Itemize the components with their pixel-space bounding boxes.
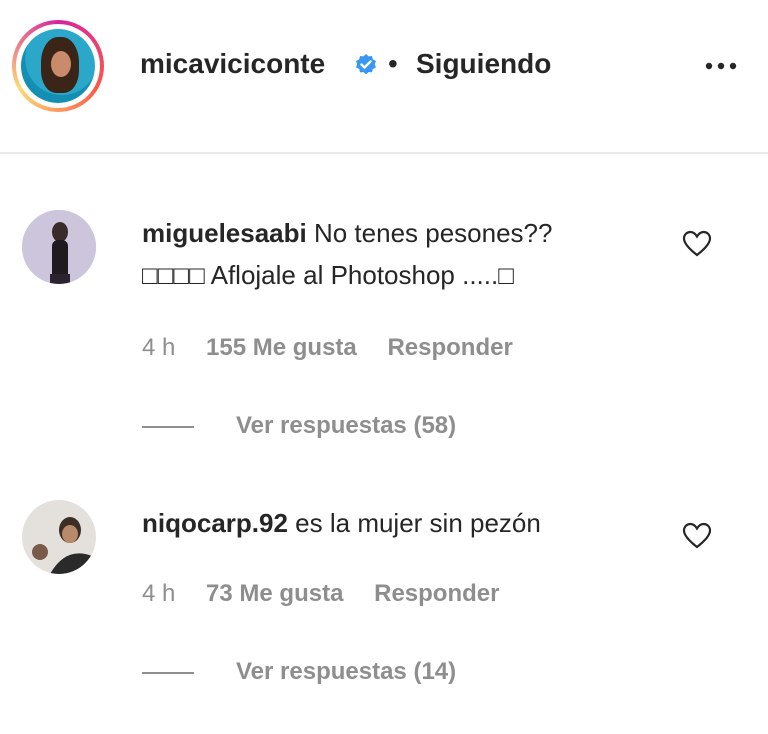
comment-meta: 4 h 155 Me gusta Responder (142, 334, 537, 362)
comment-text: niqocarp.92 es la mujer sin pezón (142, 502, 642, 544)
view-replies-label[interactable]: Ver respuestas (58) (236, 412, 456, 439)
comment-body-line1: No tenes pesones?? (313, 218, 553, 248)
comment-likes[interactable]: 73 Me gusta (206, 580, 343, 607)
comment-time: 4 h (142, 334, 176, 361)
reply-button[interactable]: Responder (374, 580, 499, 607)
like-heart-icon[interactable] (682, 230, 712, 258)
view-replies[interactable]: Ver respuestas (14) (142, 658, 456, 686)
comment-username[interactable]: niqocarp.92 (142, 508, 288, 538)
more-options-icon[interactable] (704, 58, 738, 74)
replies-line (142, 671, 194, 674)
like-heart-icon[interactable] (682, 522, 712, 550)
following-button[interactable]: Siguiendo (416, 48, 551, 80)
profile-avatar[interactable] (12, 20, 104, 112)
separator-dot: • (388, 48, 398, 79)
comment-meta: 4 h 73 Me gusta Responder (142, 580, 523, 608)
comment-body-line2: □□□□ Aflojale al Photoshop .....□ (142, 260, 514, 290)
view-replies-label[interactable]: Ver respuestas (14) (236, 658, 456, 685)
profile-username[interactable]: micaviciconte (140, 48, 325, 80)
comment-username[interactable]: miguelesaabi (142, 218, 307, 248)
header-divider (0, 152, 768, 154)
reply-button[interactable]: Responder (387, 334, 512, 361)
comment-text: miguelesaabi No tenes pesones?? □□□□ Afl… (142, 212, 642, 296)
view-replies[interactable]: Ver respuestas (58) (142, 412, 456, 440)
verified-badge-icon (356, 54, 376, 75)
replies-line (142, 425, 194, 428)
comment-avatar[interactable] (22, 210, 96, 284)
comment-likes[interactable]: 155 Me gusta (206, 334, 357, 361)
post-header: micaviciconte • Siguiendo (0, 0, 768, 150)
comment-body-line1: es la mujer sin pezón (295, 508, 541, 538)
comment-avatar[interactable] (22, 500, 96, 574)
comment-time: 4 h (142, 580, 176, 607)
